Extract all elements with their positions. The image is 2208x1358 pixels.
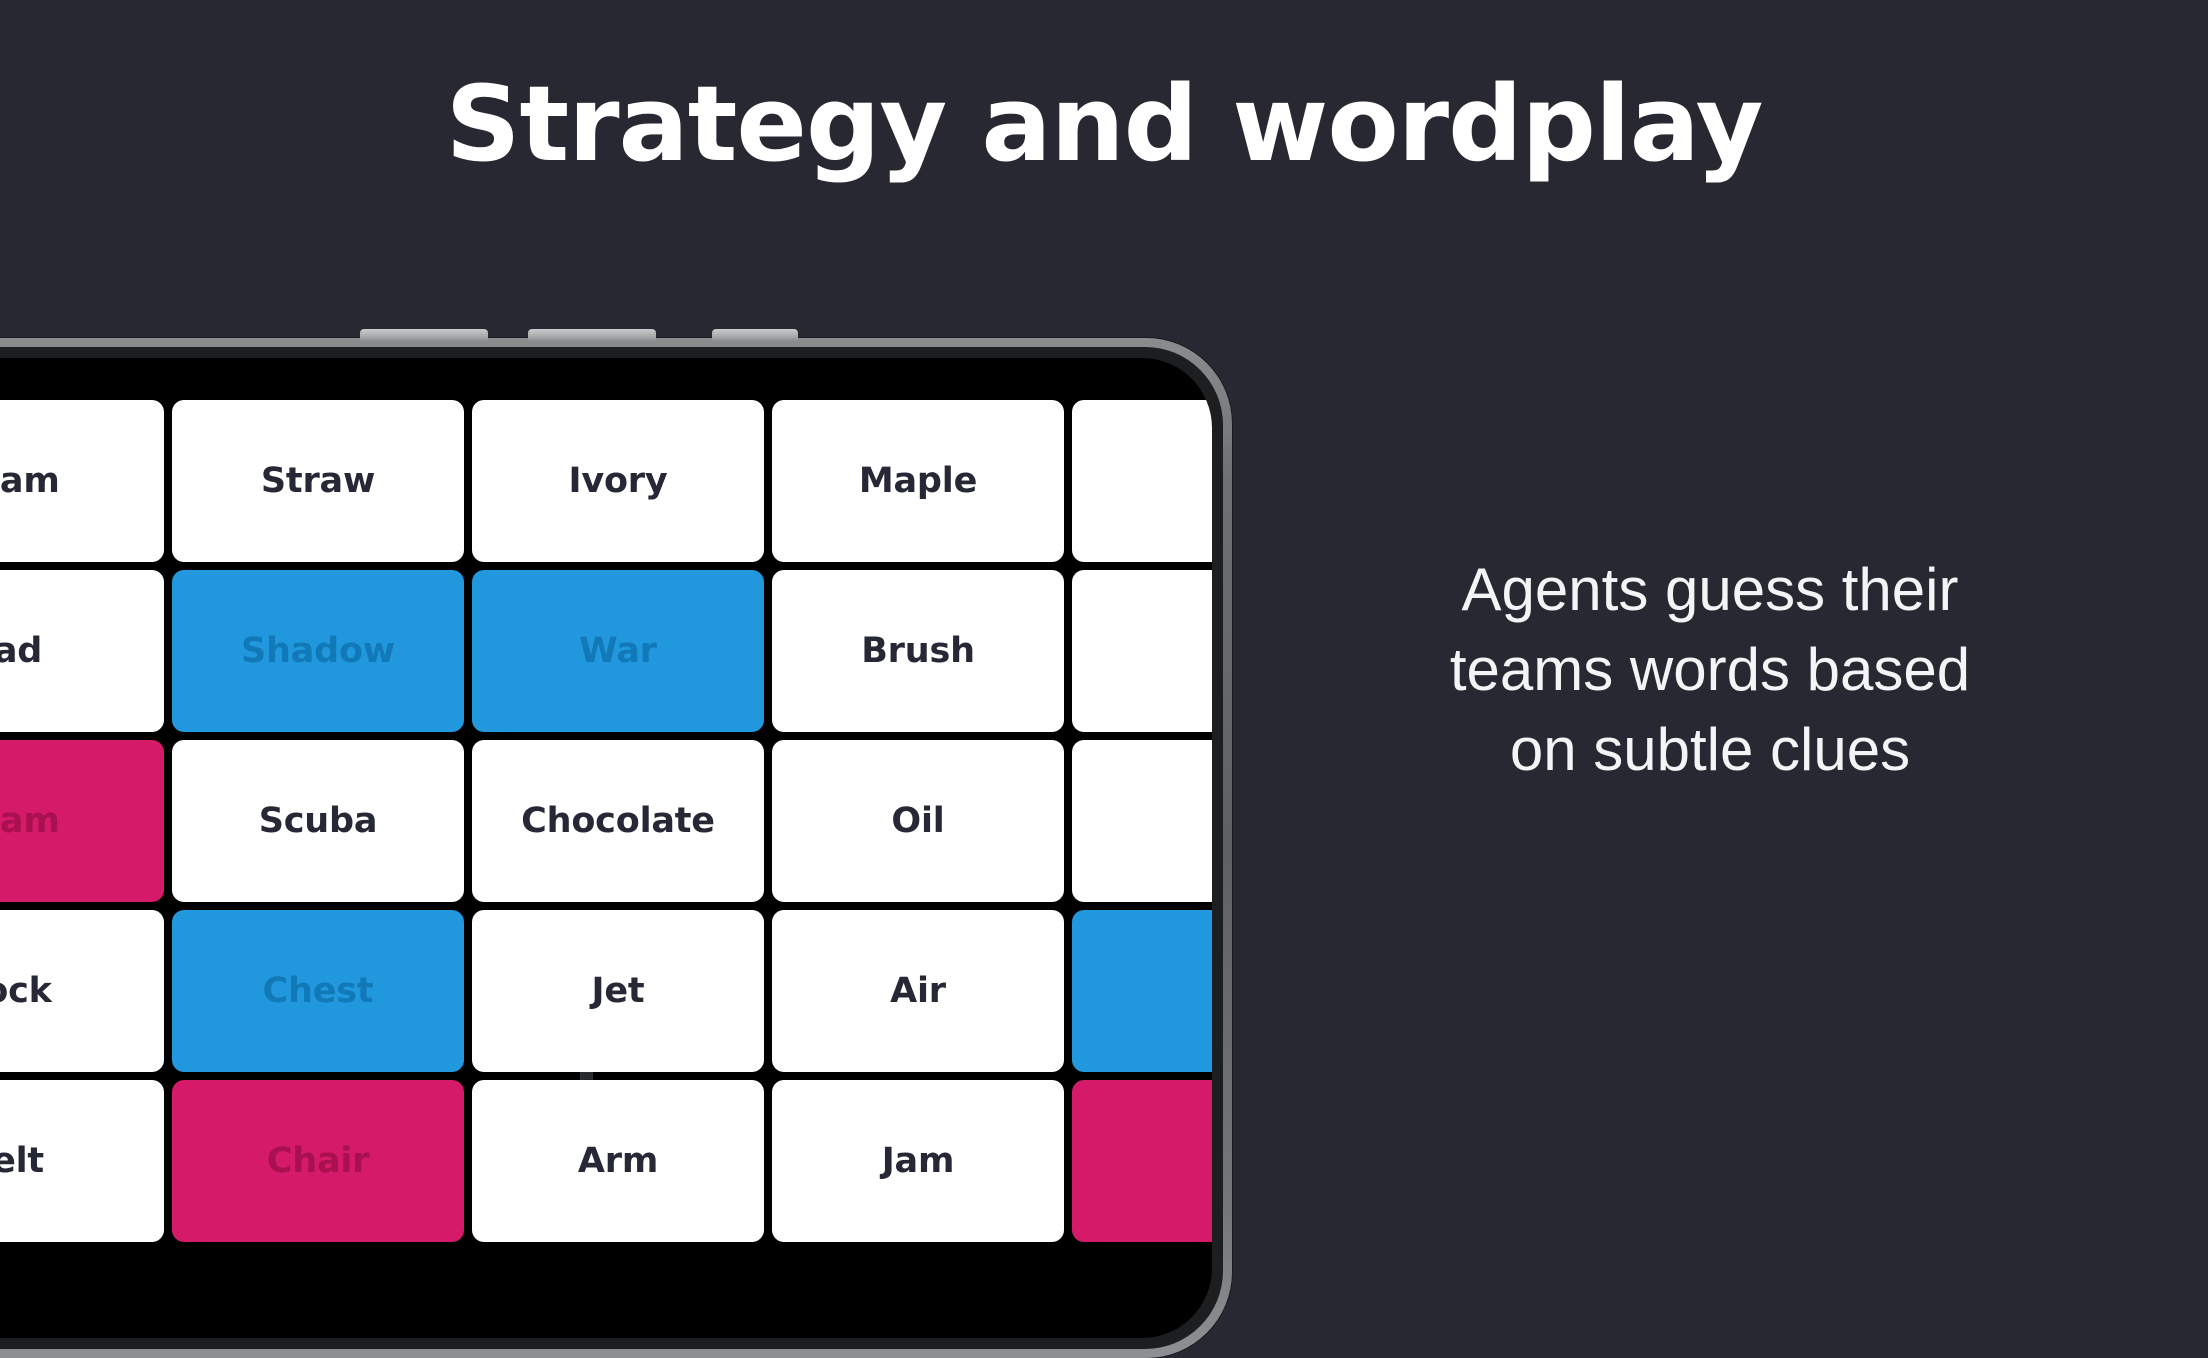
page-title: Strategy and wordplay xyxy=(445,63,1764,185)
word-card[interactable]: Shadow xyxy=(172,570,464,732)
volume-down-button[interactable] xyxy=(712,329,798,342)
word-card[interactable] xyxy=(1072,1080,1212,1242)
word-card[interactable]: Oil xyxy=(772,740,1064,902)
silent-switch-button[interactable] xyxy=(360,329,488,342)
word-card[interactable]: War xyxy=(472,570,764,732)
word-card[interactable]: Jet xyxy=(472,910,764,1072)
word-card[interactable]: Air xyxy=(772,910,1064,1072)
word-card[interactable] xyxy=(1072,570,1212,732)
volume-up-button[interactable] xyxy=(528,329,656,342)
word-card[interactable]: Maple xyxy=(772,400,1064,562)
word-card[interactable]: ock xyxy=(0,910,164,1072)
word-card[interactable] xyxy=(1072,400,1212,562)
word-card[interactable]: Chest xyxy=(172,910,464,1072)
word-card[interactable]: Brush xyxy=(772,570,1064,732)
word-card[interactable]: Jam xyxy=(772,1080,1064,1242)
word-card[interactable]: ad xyxy=(0,570,164,732)
word-card[interactable]: Scuba xyxy=(172,740,464,902)
feature-description-line-3: on subtle clues xyxy=(1509,715,1911,783)
word-card[interactable]: eam xyxy=(0,740,164,902)
word-card[interactable]: Chocolate xyxy=(472,740,764,902)
word-card[interactable] xyxy=(1072,740,1212,902)
word-card[interactable]: Straw xyxy=(172,400,464,562)
word-card[interactable] xyxy=(1072,910,1212,1072)
feature-description: Agents guess their teams words based on … xyxy=(1380,550,2040,789)
feature-description-line-1: Agents guess their xyxy=(1461,556,1959,623)
word-card[interactable]: Arm xyxy=(472,1080,764,1242)
word-card[interactable]: elt xyxy=(0,1080,164,1242)
phone-screen: eamStrawIvoryMapleadShadowWarBrusheamScu… xyxy=(0,358,1212,1338)
word-card[interactable]: eam xyxy=(0,400,164,562)
word-card[interactable]: Chair xyxy=(172,1080,464,1242)
word-card-grid: eamStrawIvoryMapleadShadowWarBrusheamScu… xyxy=(0,400,1212,1242)
feature-description-line-2: teams words based xyxy=(1449,635,1971,703)
word-card[interactable]: Ivory xyxy=(472,400,764,562)
phone-mockup: eamStrawIvoryMapleadShadowWarBrusheamScu… xyxy=(0,329,1232,1358)
